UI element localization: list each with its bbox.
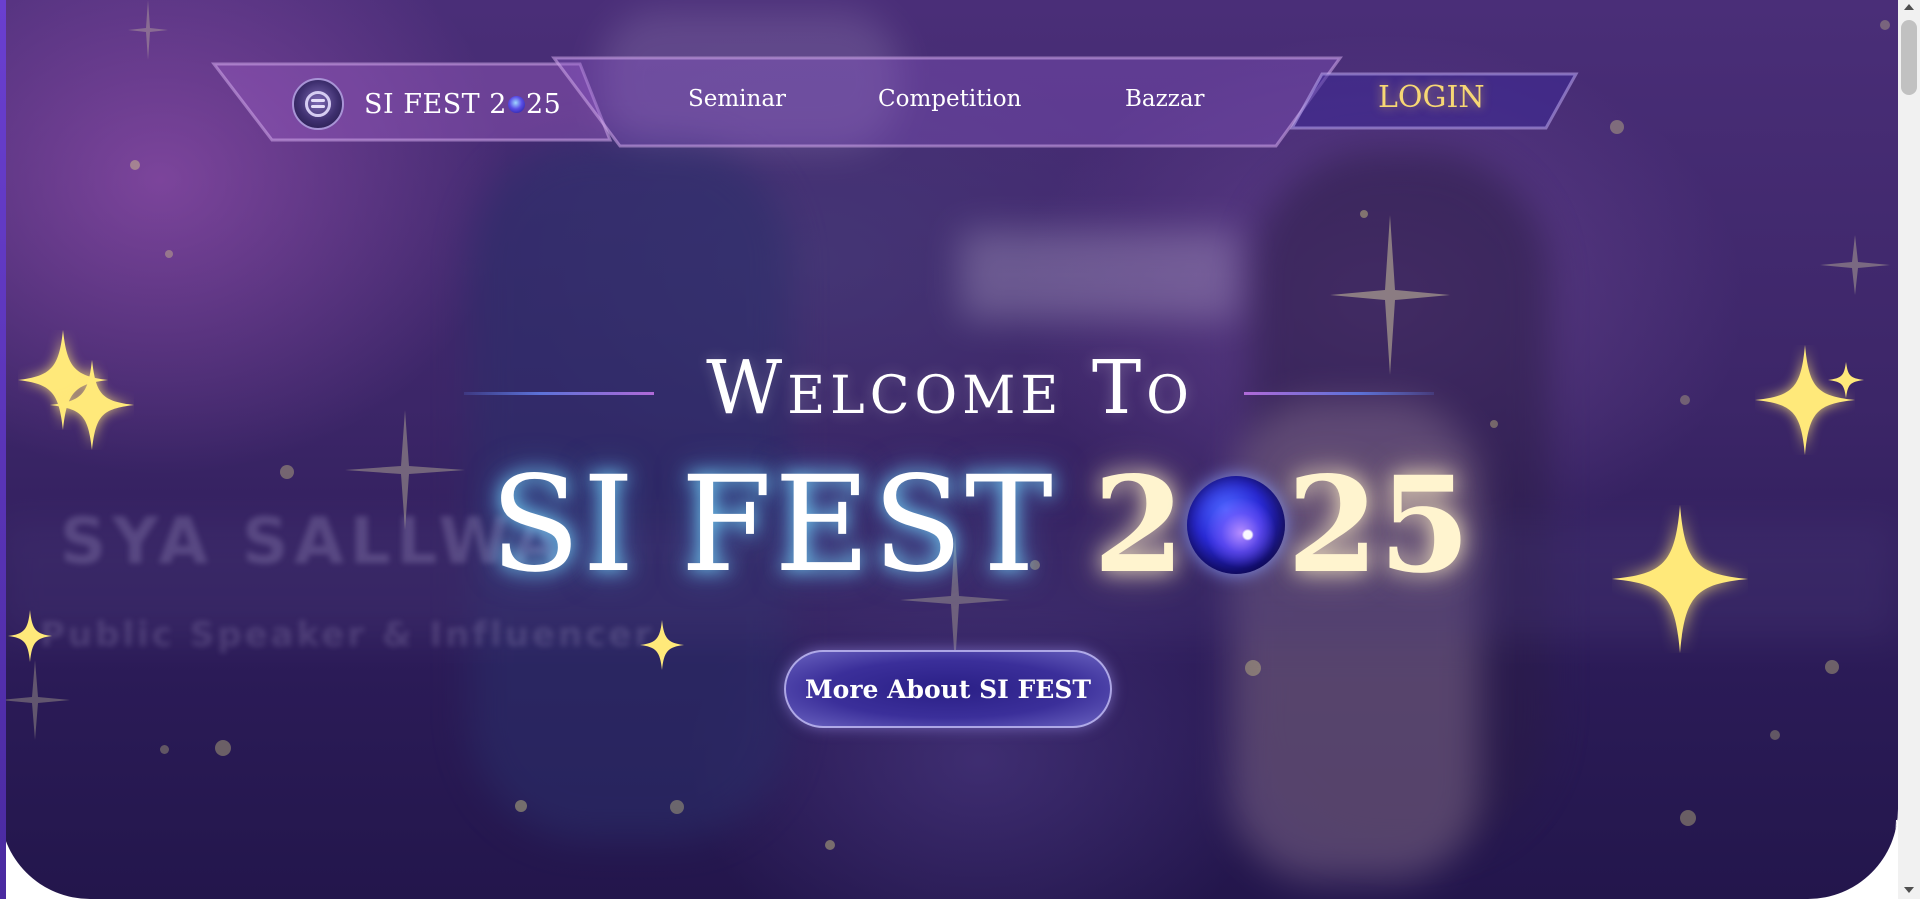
bokeh-dot: [160, 745, 169, 754]
left-accent-edge: [0, 0, 6, 899]
bokeh-dot: [1245, 660, 1261, 676]
bokeh-dot: [1490, 420, 1498, 428]
brand-logo-group[interactable]: SI FEST 2 25: [292, 76, 561, 132]
sparkle-icon: [128, 0, 168, 60]
nav-link-competition[interactable]: Competition: [878, 86, 1021, 112]
background-banner-subtext: Public Speaker & Influencer: [40, 615, 655, 655]
bokeh-dot: [130, 160, 140, 170]
bokeh-dot: [515, 800, 527, 812]
hero-title-main: SI FEST: [490, 448, 1055, 602]
brand-name-prefix: SI FEST 2: [364, 88, 507, 120]
sparkle-icon: [0, 660, 70, 740]
star-icon: [50, 360, 134, 450]
star-icon: [1828, 362, 1864, 398]
brand-name-suffix: 25: [525, 88, 562, 120]
bokeh-dot: [1880, 20, 1890, 30]
bokeh-dot: [825, 840, 835, 850]
hero-title-year: 2 25: [1093, 448, 1471, 603]
bokeh-dot: [165, 250, 173, 258]
bokeh-dot: [280, 465, 294, 479]
welcome-heading: Welcome To: [706, 345, 1194, 431]
planet-orb-icon: [1186, 476, 1285, 574]
more-about-button[interactable]: More About SI FEST: [784, 650, 1112, 728]
page-scrollbar[interactable]: [1898, 0, 1920, 899]
bokeh-dot: [1825, 660, 1839, 674]
star-icon: [1612, 505, 1748, 653]
brand-name: SI FEST 2 25: [364, 89, 561, 120]
bokeh-dot: [1770, 730, 1780, 740]
star-icon: [8, 610, 52, 662]
bokeh-dot: [670, 800, 684, 814]
scrollbar-thumb[interactable]: [1901, 20, 1917, 95]
welcome-heading-row: Welcome To: [460, 345, 1460, 435]
decorative-line-right: [1244, 392, 1434, 395]
si-fest-emblem-icon: [292, 78, 344, 130]
sparkle-icon: [345, 410, 465, 530]
bokeh-dot: [215, 740, 231, 756]
bokeh-dot: [1680, 395, 1690, 405]
blurred-photo-shape: [960, 230, 1240, 320]
sparkle-icon: [1820, 235, 1890, 295]
bokeh-dot: [1680, 810, 1696, 826]
scroll-down-arrow-icon[interactable]: [1904, 887, 1914, 893]
hero-year-last: 25: [1286, 447, 1471, 603]
bokeh-dot: [1610, 120, 1624, 134]
hero-bottom-border: [0, 820, 1898, 899]
nav-link-seminar[interactable]: Seminar: [688, 86, 786, 112]
hero-title: SI FEST 2 25: [490, 448, 1471, 603]
hero-year-first: 2: [1092, 447, 1185, 603]
star-icon: [640, 620, 684, 670]
nav-link-bazzar[interactable]: Bazzar: [1125, 86, 1205, 112]
scroll-up-arrow-icon[interactable]: [1904, 4, 1914, 10]
login-button[interactable]: LOGIN: [1378, 80, 1485, 115]
planet-orb-icon: [507, 95, 525, 113]
